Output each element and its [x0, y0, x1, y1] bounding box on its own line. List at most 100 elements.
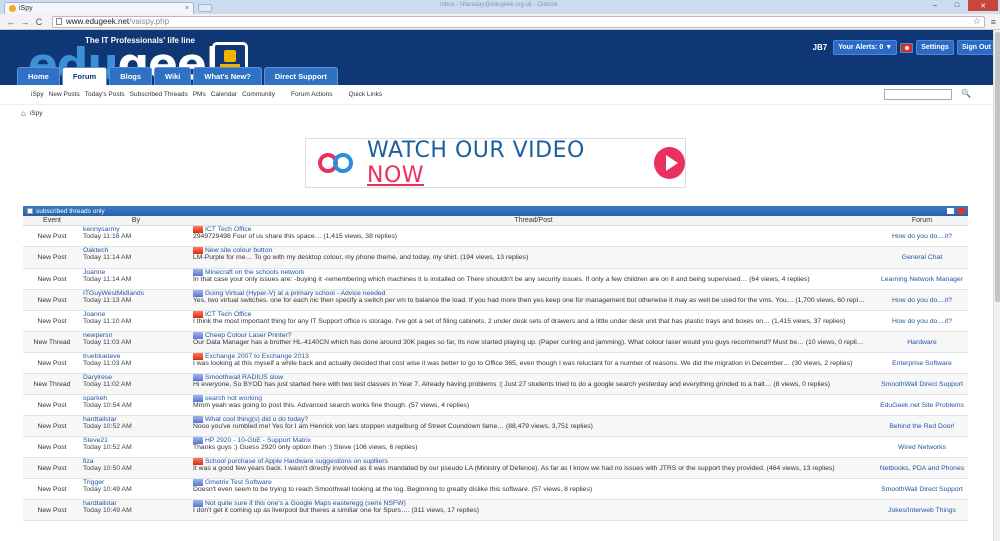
forum-link[interactable]: SmoothWall Direct Support [881, 486, 963, 493]
thread-title[interactable]: Not quite sure if this one's a Google Ma… [193, 500, 406, 507]
author-link[interactable]: hardtailstar [83, 500, 117, 507]
subnav-community[interactable]: Community [242, 91, 275, 98]
sign-out-button[interactable]: Sign Out [956, 40, 996, 55]
search-input[interactable] [884, 89, 952, 100]
subnav-new-posts[interactable]: New Posts [49, 91, 80, 98]
forum-link[interactable]: How do you do....it? [892, 233, 952, 240]
thread-title[interactable]: ICT Tech Office [193, 311, 251, 318]
back-button[interactable]: ← [4, 17, 18, 27]
tab-close-icon[interactable]: × [185, 5, 189, 12]
tab-blogs[interactable]: Blogs [109, 67, 153, 85]
post-excerpt: Yes, two virtual switches. one for each … [193, 297, 865, 304]
minimize-button[interactable]: – [924, 0, 946, 11]
forum-link[interactable]: Hardware [907, 339, 936, 346]
author-link[interactable]: ITGuyWestMidlands [83, 290, 144, 297]
banner-text: WATCH OUR VIDEO NOW [367, 138, 585, 188]
tab-direct-support[interactable]: Direct Support [263, 67, 338, 85]
thread-cell: Cheep Colour Laser Printer? Our Data Mana… [191, 332, 876, 352]
play-icon[interactable] [653, 147, 685, 179]
search-icon[interactable]: 🔍 [961, 89, 971, 98]
author-link[interactable]: trueblueteve [83, 353, 120, 360]
forum-link[interactable]: How do you do....it? [892, 318, 952, 325]
subnav-calendar[interactable]: Calendar [211, 91, 237, 98]
thread-title[interactable]: ICT Tech Office [193, 226, 251, 233]
thread-title[interactable]: New site colour button [193, 247, 272, 254]
maximize-button[interactable]: □ [946, 0, 968, 11]
breadcrumb-current: iSpy [29, 110, 43, 117]
author-link[interactable]: Steve21 [83, 437, 108, 444]
browser-tab[interactable]: iSpy × [4, 2, 194, 14]
thread-title[interactable]: Cheep Colour Laser Printer? [193, 332, 292, 339]
tab-whats-new[interactable]: What's New? [193, 67, 262, 85]
close-window-button[interactable]: ✕ [968, 0, 998, 11]
forward-button[interactable]: → [18, 17, 32, 27]
author-link[interactable]: Joanne [83, 269, 105, 276]
thread-icon [193, 437, 203, 444]
forum-link[interactable]: Netbooks, PDA and Phones [880, 465, 964, 472]
tab-wiki[interactable]: Wiki [154, 67, 192, 85]
forum-link[interactable]: Behind the Red Door! [889, 423, 954, 430]
author-link[interactable]: Trigger [83, 479, 104, 486]
thread-icon [193, 290, 203, 297]
close-panel-icon[interactable] [958, 208, 965, 214]
subscribed-only-checkbox[interactable] [27, 208, 33, 214]
col-by: By [131, 217, 141, 224]
subnav-ispy[interactable]: iSpy [31, 91, 44, 98]
thread-cell: Not quite sure if this one's a Google Ma… [191, 500, 876, 520]
thread-title[interactable]: Smoothwall RADIUS slow [193, 374, 283, 381]
subnav-subscribed-threads[interactable]: Subscribed Threads [130, 91, 188, 98]
home-icon[interactable]: ⌂ [21, 109, 26, 118]
forum-link[interactable]: Learning Network Manager [881, 276, 963, 283]
table-row: New Post Trigger Today 10:49 AM Gmetrix Tes… [23, 479, 968, 500]
thread-title[interactable]: HP 2920 - 10-GbE - Support Matrix [193, 437, 311, 444]
author-link[interactable]: Joanne [83, 311, 105, 318]
post-excerpt: It was a good few years back. I wasn't d… [193, 465, 835, 472]
author-link[interactable]: hardtailstar [83, 416, 117, 423]
tab-home[interactable]: Home [17, 67, 60, 85]
forum-cell: Enterprise Software [876, 353, 968, 373]
forum-link[interactable]: How do you do....it? [892, 297, 952, 304]
subnav-todays-posts[interactable]: Today's Posts [85, 91, 125, 98]
author-link[interactable]: fiza [83, 458, 94, 465]
username[interactable]: JB7 [813, 43, 828, 52]
address-bar[interactable]: www.edugeek.net /vaispy.php ☆ [52, 15, 985, 28]
author-link[interactable]: kennysarmy [83, 226, 120, 233]
browser-menu-icon[interactable]: ≡ [991, 17, 996, 27]
post-author: Darylrese Today 11:02 AM [81, 374, 191, 394]
forum-link[interactable]: General Chat [902, 254, 942, 261]
author-link[interactable]: Darylrese [83, 374, 112, 381]
alerts-button[interactable]: Your Alerts: 0 ▼ [833, 40, 898, 55]
forum-link[interactable]: Wired Networks [898, 444, 946, 451]
forum-link[interactable]: Enterprise Software [892, 360, 952, 367]
post-excerpt: I was looking at this myself a while bac… [193, 360, 853, 367]
settings-button[interactable]: Settings [916, 40, 954, 55]
subnav-forum-actions[interactable]: Forum Actions [291, 91, 333, 98]
tab-forum[interactable]: Forum [61, 67, 108, 85]
page-scrollbar[interactable] [993, 30, 1000, 541]
thread-title[interactable]: Exchange 2007 to Exchange 2013 [193, 353, 309, 360]
author-link[interactable]: sparkeh [83, 395, 107, 402]
flag-icon[interactable] [900, 42, 914, 53]
author-link[interactable]: newpersn [83, 332, 112, 339]
subnav-quick-links[interactable]: Quick Links [349, 91, 383, 98]
thread-title[interactable]: School purchase of Apple Hardware sugges… [193, 458, 388, 465]
thread-title[interactable]: What cool thing(s) did u do today? [193, 416, 308, 423]
thread-title[interactable]: search not working [193, 395, 262, 402]
banner-logo-icon [318, 153, 353, 173]
author-link[interactable]: Oaktech [83, 247, 108, 254]
bookmark-star-icon[interactable]: ☆ [973, 16, 981, 27]
thread-icon [193, 416, 203, 423]
subnav-pms[interactable]: PMs [193, 91, 206, 98]
event-type: New Post [37, 401, 67, 409]
collapse-icon[interactable] [947, 208, 954, 214]
forum-link[interactable]: SmoothWall Direct Support [881, 381, 963, 388]
thread-title[interactable]: Going Virtual (Hyper-V) at a primary sch… [193, 290, 385, 297]
video-banner[interactable]: WATCH OUR VIDEO NOW [305, 138, 686, 188]
forum-link[interactable]: EduGeek.net Site Problems [880, 402, 964, 409]
new-tab-button[interactable] [198, 4, 212, 12]
reload-button[interactable]: C [32, 17, 46, 27]
table-row: New Post hardtailstar Today 10:49 AM Not qu… [23, 500, 968, 521]
thread-title[interactable]: Gmetrix Test Software [193, 479, 272, 486]
thread-title[interactable]: Minecraft on the schools network [193, 269, 304, 276]
forum-link[interactable]: Jokes/Interweb Things [888, 507, 956, 514]
